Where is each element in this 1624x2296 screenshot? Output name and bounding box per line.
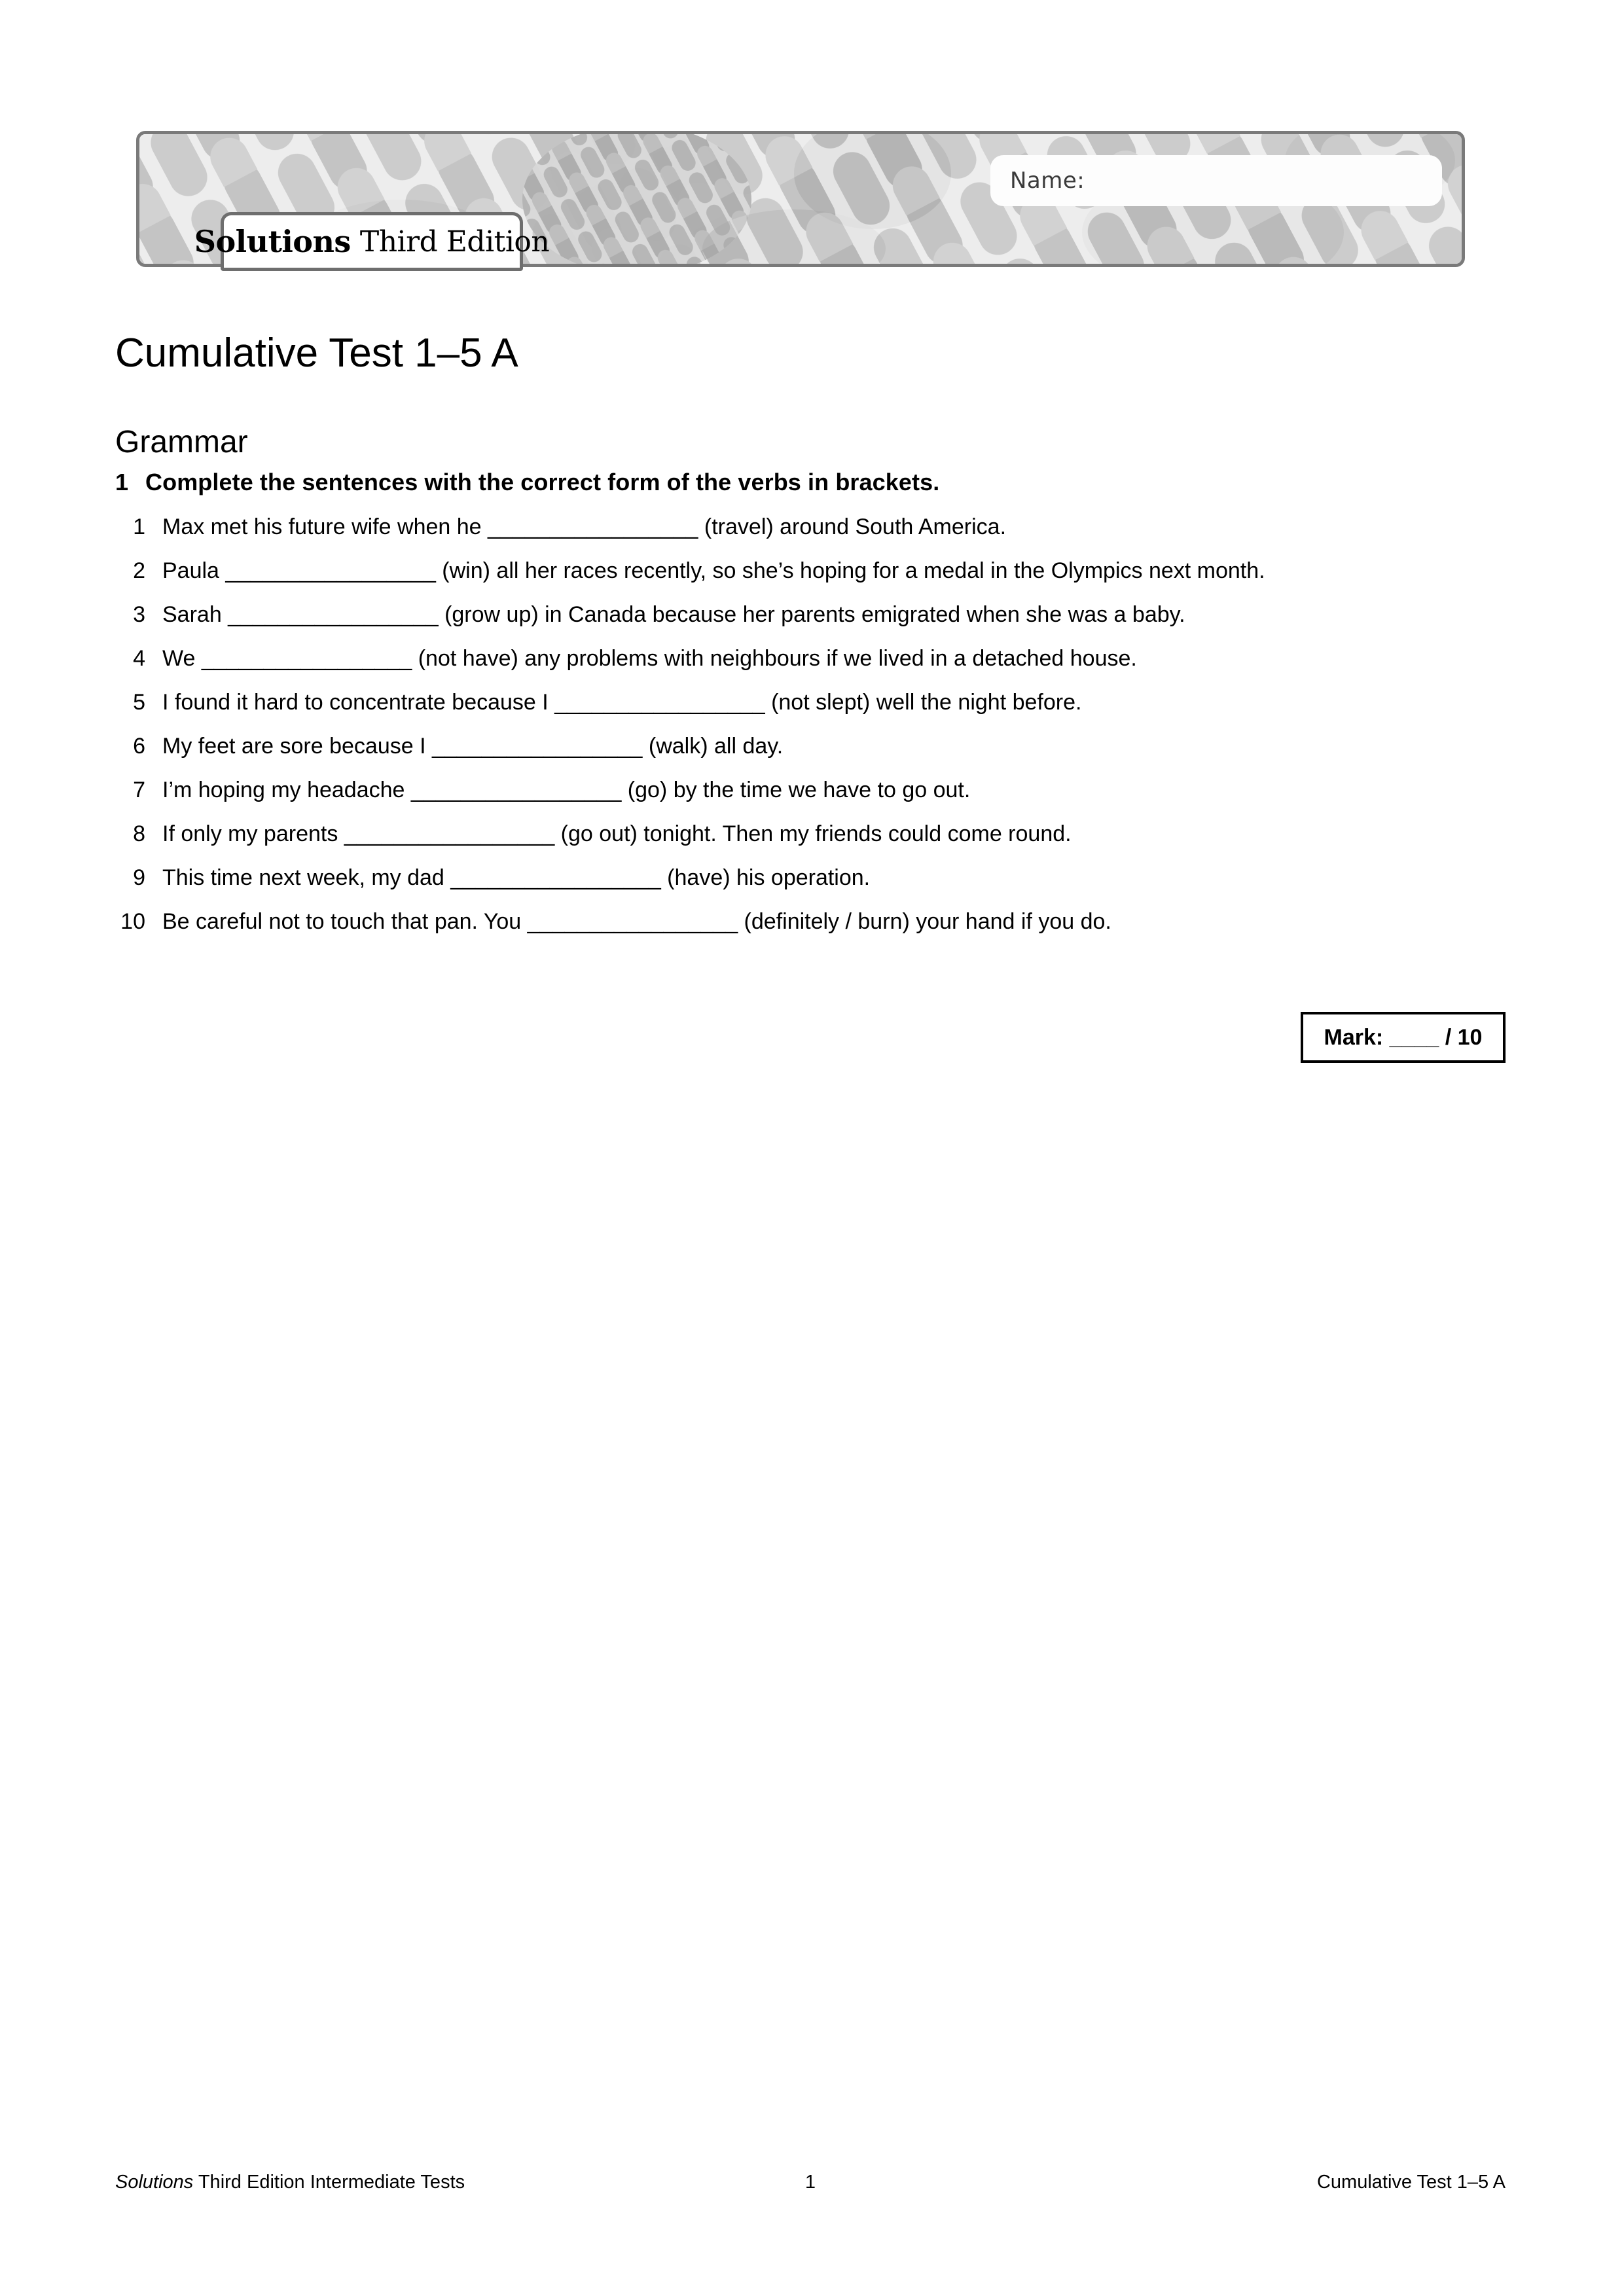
mark-box[interactable]: Mark: ____ / 10 xyxy=(1301,1012,1506,1063)
list-item: 7 I’m hoping my headache _______________… xyxy=(115,779,1506,823)
section-title: Grammar xyxy=(115,424,248,459)
item-text[interactable]: Be careful not to touch that pan. You __… xyxy=(162,910,1111,933)
exercise-instruction: Complete the sentences with the correct … xyxy=(145,469,940,495)
item-number: 7 xyxy=(133,778,145,802)
list-item: 1 Max met his future wife when he ______… xyxy=(115,516,1506,560)
solutions-logo: Solutions Third Edition xyxy=(194,212,550,271)
page-footer: Solutions Third Edition Intermediate Tes… xyxy=(115,2172,1506,2198)
list-item: 3 Sarah _________________ (grow up) in C… xyxy=(115,603,1506,647)
exercise-items-list: 1 Max met his future wife when he ______… xyxy=(115,516,1506,954)
item-number: 9 xyxy=(133,865,145,890)
logo-secondary-text: Third Edition xyxy=(359,224,550,259)
name-field-label: Name: xyxy=(1010,168,1085,194)
item-text[interactable]: This time next week, my dad ____________… xyxy=(162,867,870,889)
item-text[interactable]: I’m hoping my headache _________________… xyxy=(162,779,970,801)
item-number: 6 xyxy=(133,734,145,759)
item-number: 2 xyxy=(133,558,145,583)
page-title: Cumulative Test 1–5 A xyxy=(115,330,518,376)
item-text[interactable]: Max met his future wife when he ________… xyxy=(162,516,1006,538)
item-text[interactable]: If only my parents _________________ (go… xyxy=(162,823,1072,845)
item-number: 10 xyxy=(120,909,145,934)
item-text[interactable]: Paula _________________ (win) all her ra… xyxy=(162,560,1265,582)
item-number: 8 xyxy=(133,821,145,846)
list-item: 4 We _________________ (not have) any pr… xyxy=(115,647,1506,691)
item-number: 4 xyxy=(133,646,145,671)
item-number: 5 xyxy=(133,690,145,715)
footer-page-number: 1 xyxy=(804,2172,816,2193)
exercise-heading: 1 Complete the sentences with the correc… xyxy=(115,469,1506,496)
item-text[interactable]: I found it hard to concentrate because I… xyxy=(162,691,1081,713)
list-item: 2 Paula _________________ (win) all her … xyxy=(115,560,1506,603)
item-number: 3 xyxy=(133,602,145,627)
exercise-number: 1 xyxy=(115,469,129,495)
list-item: 10 Be careful not to touch that pan. You… xyxy=(115,910,1506,954)
item-text[interactable]: Sarah _________________ (grow up) in Can… xyxy=(162,603,1185,626)
item-text[interactable]: My feet are sore because I _____________… xyxy=(162,735,783,757)
list-item: 5 I found it hard to concentrate because… xyxy=(115,691,1506,735)
footer-test-name: Cumulative Test 1–5 A xyxy=(1316,2172,1506,2193)
list-item: 6 My feet are sore because I ___________… xyxy=(115,735,1506,779)
mark-label: Mark: ____ / 10 xyxy=(1324,1024,1483,1050)
item-text[interactable]: We _________________ (not have) any prob… xyxy=(162,647,1137,670)
exercise-1: 1 Complete the sentences with the correc… xyxy=(115,469,1506,954)
logo-primary-text: Solutions xyxy=(194,224,352,259)
test-page: Name: Solutions Third Edition Cumulative… xyxy=(0,0,1624,2296)
item-number: 1 xyxy=(133,514,145,539)
name-field[interactable]: Name: xyxy=(990,155,1442,206)
list-item: 8 If only my parents _________________ (… xyxy=(115,823,1506,867)
list-item: 9 This time next week, my dad __________… xyxy=(115,867,1506,910)
